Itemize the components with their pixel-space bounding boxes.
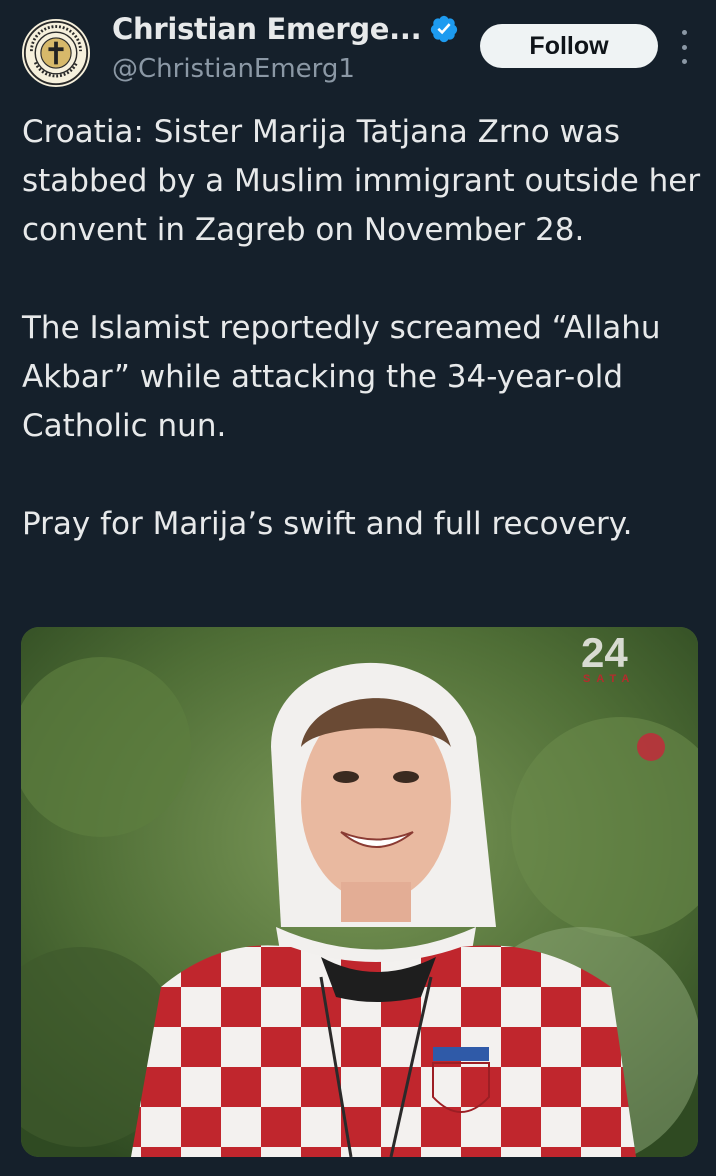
tweet-paragraph: Croatia: Sister Marija Tatjana Zrno was … [22, 114, 701, 248]
follow-button[interactable]: Follow [480, 24, 658, 68]
watermark-text: SATA [583, 673, 635, 685]
author-display-name[interactable]: Christian Emerge... [112, 12, 422, 46]
tweet-photo[interactable]: 24 SATA [21, 627, 698, 1157]
more-dot [681, 30, 687, 35]
more-dot [681, 59, 687, 64]
author-name-row[interactable]: Christian Emerge... [112, 12, 459, 46]
more-vertical-icon[interactable] [674, 30, 694, 64]
more-dot [681, 44, 687, 50]
tweet-text: Croatia: Sister Marija Tatjana Zrno was … [22, 108, 702, 549]
tweet-header: Christian Emerge... @ChristianEmerg1 Fol… [0, 0, 716, 100]
author-avatar[interactable] [20, 17, 92, 89]
verified-badge-icon [431, 15, 458, 43]
watermark-number: 24 [581, 629, 628, 676]
christian-emergency-alliance-logo [23, 20, 89, 86]
tweet-paragraph: Pray for Marija’s swift and full recover… [22, 506, 633, 542]
photo-illustration: 24 SATA [21, 627, 698, 1157]
tweet-paragraph: The Islamist reportedly screamed “Allahu… [22, 310, 661, 444]
author-handle[interactable]: @ChristianEmerg1 [112, 54, 355, 84]
